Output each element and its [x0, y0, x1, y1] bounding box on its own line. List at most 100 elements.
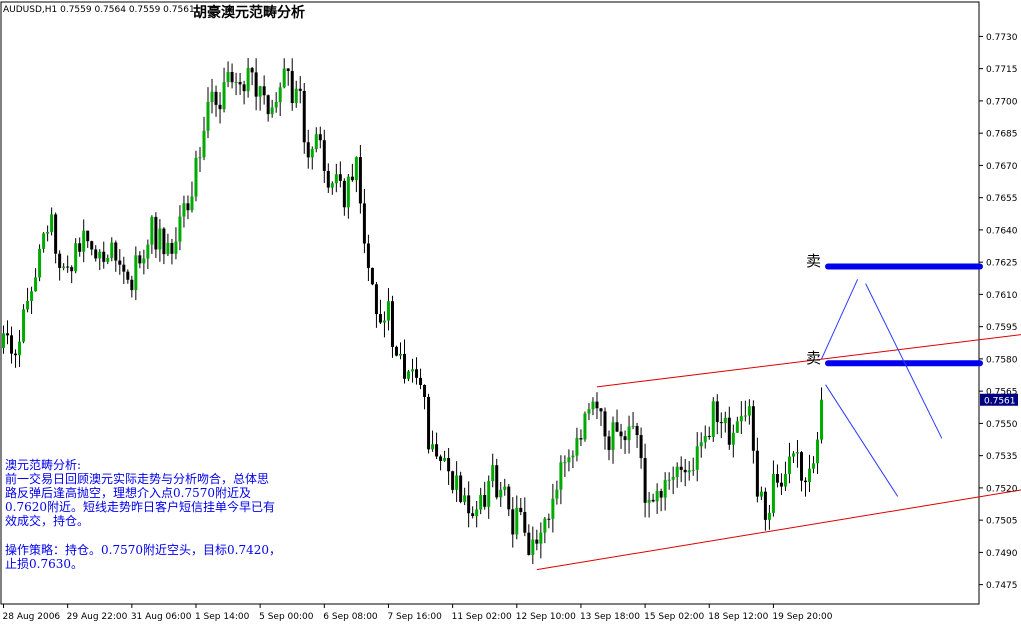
- candle-body: [451, 471, 455, 490]
- y-tick-label: 0.7490: [986, 549, 1018, 559]
- candle-body: [186, 203, 190, 211]
- candle-body: [727, 417, 731, 445]
- candle-body: [635, 425, 639, 436]
- candle-body: [190, 196, 194, 211]
- candle-body: [427, 396, 431, 450]
- y-tick-label: 0.7730: [986, 33, 1018, 43]
- candle-body: [382, 320, 386, 323]
- candle-body: [816, 439, 820, 464]
- candle-body: [162, 228, 166, 255]
- candle-body: [555, 489, 559, 499]
- candle-body: [731, 432, 735, 445]
- candle-body: [715, 401, 719, 423]
- candle-body: [54, 214, 58, 254]
- candle-body: [531, 539, 535, 555]
- candle-body: [362, 203, 366, 244]
- candle-body: [150, 216, 154, 245]
- candle-body: [747, 406, 751, 416]
- channel-line: [536, 489, 1021, 571]
- candle-body: [390, 301, 394, 347]
- candle-body: [667, 479, 671, 481]
- candle-body: [34, 277, 38, 292]
- candle-body: [479, 495, 483, 510]
- candle-body: [230, 72, 234, 83]
- candle-body: [302, 90, 306, 143]
- y-tick-label: 0.7700: [986, 97, 1018, 107]
- candle-body: [459, 475, 463, 502]
- candle-body: [711, 401, 715, 438]
- candle-body: [114, 242, 118, 261]
- candle-body: [350, 176, 354, 181]
- x-tick-label: 31 Aug 06:00: [131, 612, 192, 622]
- x-tick-label: 7 Sep 16:00: [387, 612, 442, 622]
- candle-body: [411, 369, 415, 372]
- candle-body: [619, 431, 623, 437]
- candle-body: [70, 267, 74, 272]
- trend-lines: [536, 263, 1021, 571]
- chart-title: 胡豪澳元范畴分析: [193, 5, 305, 21]
- x-tick-label: 19 Sep 20:00: [772, 612, 832, 622]
- x-tick-label: 1 Sep 14:00: [195, 612, 250, 622]
- candle-body: [142, 258, 146, 264]
- candle-body: [218, 104, 222, 110]
- candle-body: [547, 518, 551, 520]
- candle-body: [134, 255, 138, 291]
- candle-body: [194, 157, 198, 197]
- analysis-line: 前一交易日回顾澳元实际走势与分析吻合，总体思: [5, 472, 270, 486]
- candle-body: [435, 444, 439, 457]
- candle-body: [539, 532, 543, 544]
- candle-body: [174, 241, 178, 254]
- candle-body: [326, 170, 330, 188]
- candle-body: [366, 243, 370, 268]
- candle-body: [322, 140, 326, 171]
- candle-body: [735, 421, 739, 433]
- candle-body: [743, 415, 747, 417]
- candle-body: [158, 228, 162, 250]
- candle-body: [703, 436, 707, 443]
- sell-label-lower: 卖: [806, 349, 822, 367]
- candle-body: [286, 68, 290, 71]
- candle-body: [403, 353, 406, 379]
- candle-body: [495, 465, 499, 498]
- candle-body: [507, 486, 511, 510]
- candle-body: [679, 466, 683, 470]
- candle-body: [579, 438, 583, 440]
- candle-body: [30, 291, 34, 301]
- candle-body: [314, 134, 318, 150]
- candle-body: [294, 88, 298, 104]
- y-tick-label: 0.7550: [986, 420, 1018, 430]
- x-tick-label: 28 Aug 2006: [3, 612, 61, 622]
- candle-body: [627, 426, 631, 441]
- candle-body: [419, 377, 423, 385]
- candle-body: [138, 255, 142, 264]
- candle-body: [759, 491, 763, 497]
- candle-body: [663, 480, 667, 498]
- analysis-line: 0.7620附近。短线走势昨日客户短信挂单今早已有: [5, 500, 275, 514]
- candle-body: [86, 230, 90, 242]
- candle-body: [146, 244, 150, 259]
- candle-body: [699, 442, 703, 447]
- candle-body: [2, 333, 5, 349]
- candle-body: [783, 473, 787, 487]
- candle-body: [471, 513, 475, 517]
- candle-body: [804, 480, 807, 483]
- candle-body: [298, 88, 302, 91]
- y-tick-label: 0.7670: [986, 162, 1018, 172]
- y-tick-label: 0.7505: [986, 517, 1018, 527]
- current-price-label: 0.7561: [984, 396, 1016, 406]
- candle-body: [234, 81, 238, 83]
- candle-body: [394, 346, 398, 356]
- candle-body: [567, 457, 571, 463]
- y-tick-label: 0.7580: [986, 355, 1018, 365]
- candle-body: [266, 95, 270, 115]
- candle-body: [583, 413, 587, 440]
- candle-body: [198, 157, 202, 159]
- y-tick-label: 0.7655: [986, 194, 1018, 204]
- candle-body: [763, 491, 767, 520]
- candle-body: [503, 486, 507, 490]
- chart-area: 0.7730 0.7715 0.7700 0.7685 0.7670 0.7655 0.76…: [0, 0, 1021, 626]
- candle-body: [791, 453, 795, 457]
- candle-body: [122, 264, 126, 272]
- candle-body: [483, 495, 487, 507]
- candle-body: [226, 72, 230, 83]
